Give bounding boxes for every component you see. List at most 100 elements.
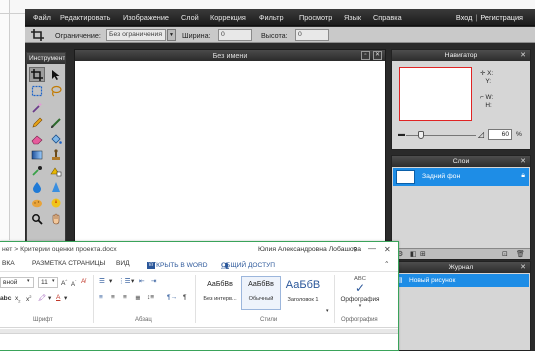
- navigator-preview[interactable]: [399, 67, 472, 121]
- fill-tool-icon[interactable]: [48, 131, 64, 146]
- menu-adjustment[interactable]: Коррекция: [210, 13, 246, 22]
- tab-insert[interactable]: ВКА: [2, 260, 15, 267]
- zoom-tool-icon[interactable]: [29, 211, 45, 226]
- close-icon[interactable]: ✕: [520, 50, 526, 61]
- chevron-down-icon[interactable]: ▾: [326, 308, 329, 314]
- user-name[interactable]: Юлия Александровна Лобашова: [258, 246, 361, 253]
- zoom-out-icon[interactable]: ▬: [398, 131, 405, 138]
- menu-view[interactable]: Просмотр: [299, 13, 332, 22]
- rtl-icon[interactable]: ¶: [183, 294, 187, 301]
- font-size-field[interactable]: 11: [38, 277, 58, 288]
- ltr-icon[interactable]: ¶→: [167, 294, 177, 301]
- zoom-track[interactable]: [406, 135, 476, 136]
- align-right-icon[interactable]: ≡: [123, 294, 127, 301]
- chevron-down-icon[interactable]: ▾: [109, 277, 112, 285]
- register-link[interactable]: Регистрация: [480, 13, 523, 22]
- constraint-select[interactable]: Без ограничения: [106, 29, 166, 41]
- sponge-tool-icon[interactable]: [29, 195, 45, 210]
- layer-mask-icon[interactable]: ◧: [410, 250, 417, 258]
- minimize-icon[interactable]: —: [368, 244, 376, 253]
- text-tool-icon[interactable]: [48, 163, 64, 178]
- drop-tool-icon[interactable]: [29, 179, 45, 194]
- history-item[interactable]: ▤ Новый рисунок: [393, 274, 529, 287]
- menu-edit[interactable]: Редактировать: [60, 13, 110, 22]
- ribbon-tabs: ВКА РАЗМЕТКА СТРАНИЦЫ ВИД W ОТКРЫТЬ В WOR…: [2, 260, 390, 270]
- close-icon[interactable]: ✕: [520, 262, 526, 273]
- collapse-ribbon-icon[interactable]: ⌃: [384, 260, 390, 268]
- justify-icon[interactable]: ≣: [135, 294, 141, 302]
- zoom-thumb[interactable]: [418, 131, 424, 139]
- layers-footer: ⚙︎ ◧ ⊞ ⊡ 🗑︎: [392, 248, 530, 259]
- picker-tool-icon[interactable]: [29, 163, 45, 178]
- new-layer-icon[interactable]: ⊡: [502, 250, 508, 258]
- zoom-in-icon[interactable]: ◿: [478, 130, 484, 139]
- zoom-slider[interactable]: ▬ ◿: [398, 130, 484, 140]
- tab-page-layout[interactable]: РАЗМЕТКА СТРАНИЦЫ: [32, 260, 105, 267]
- style-normal[interactable]: АаБбВв Обычный: [241, 276, 281, 310]
- stamp-tool-icon[interactable]: [48, 147, 64, 162]
- chevron-down-icon[interactable]: ▼: [167, 29, 176, 41]
- font-color-icon[interactable]: A: [56, 294, 60, 301]
- strikethrough-icon[interactable]: abc: [0, 295, 11, 302]
- height-field[interactable]: 0: [295, 29, 329, 41]
- help-button[interactable]: ?: [353, 245, 357, 254]
- hand-tool-icon[interactable]: [48, 211, 64, 226]
- align-center-icon[interactable]: ≡: [111, 294, 115, 301]
- style-no-spacing[interactable]: АаБбВв Без интерв...: [200, 276, 240, 310]
- document-page[interactable]: [0, 333, 398, 350]
- menu-file[interactable]: Файл: [33, 13, 51, 22]
- menu-help[interactable]: Справка: [373, 13, 402, 22]
- chevron-down-icon[interactable]: ▾: [64, 294, 67, 302]
- sharpen-tool-icon[interactable]: [48, 179, 64, 194]
- burn-tool-icon[interactable]: [48, 195, 64, 210]
- account-links: Вход | Регистрация: [455, 13, 523, 22]
- chevron-down-icon[interactable]: ▾: [52, 278, 55, 284]
- close-icon[interactable]: ✕: [373, 51, 382, 60]
- shrink-font-icon[interactable]: Aˇ: [71, 279, 76, 288]
- align-left-icon[interactable]: ≡: [99, 294, 103, 301]
- gradient-tool-icon[interactable]: [29, 147, 45, 162]
- delete-layer-icon[interactable]: 🗑︎: [516, 250, 525, 258]
- login-link[interactable]: Вход: [456, 13, 473, 22]
- move-tool-icon[interactable]: [48, 67, 64, 82]
- w-label: W:: [485, 94, 494, 101]
- spelling-button[interactable]: ABC ✓ Орфография ▾: [340, 276, 380, 316]
- subscript-icon[interactable]: x2: [15, 295, 21, 303]
- zoom-input[interactable]: 60: [488, 129, 512, 140]
- clear-format-icon[interactable]: A̸: [81, 278, 85, 285]
- brush-tool-icon[interactable]: [48, 115, 64, 130]
- lasso-tool-icon[interactable]: [48, 83, 64, 98]
- crop-tool-icon[interactable]: [29, 67, 45, 82]
- decrease-indent-icon[interactable]: ⇤: [139, 277, 145, 285]
- layer-item[interactable]: Задний фон 🔒︎: [393, 168, 529, 186]
- tab-view[interactable]: ВИД: [116, 260, 130, 267]
- lock-icon[interactable]: 🔒︎: [521, 172, 525, 180]
- pencil-tool-icon[interactable]: [29, 115, 45, 130]
- close-icon[interactable]: ✕: [384, 245, 391, 254]
- width-field[interactable]: 0: [218, 29, 252, 41]
- increase-indent-icon[interactable]: ⇥: [151, 277, 157, 285]
- eraser-tool-icon[interactable]: [29, 131, 45, 146]
- chevron-down-icon[interactable]: ▾: [131, 277, 134, 285]
- close-icon[interactable]: ✕: [520, 156, 526, 167]
- chevron-down-icon[interactable]: ▾: [48, 294, 51, 302]
- numbering-icon[interactable]: ⋮☰: [118, 277, 131, 285]
- menu-filter[interactable]: Фильтр: [259, 13, 284, 22]
- menu-image[interactable]: Изображение: [123, 13, 169, 22]
- ribbon-separator: [195, 275, 196, 323]
- maximize-icon[interactable]: ▫: [361, 51, 370, 60]
- marquee-tool-icon[interactable]: [29, 83, 45, 98]
- grow-font-icon[interactable]: A^: [61, 278, 67, 287]
- wand-tool-icon[interactable]: [29, 99, 45, 114]
- menu-layer[interactable]: Слой: [181, 13, 199, 22]
- spelling-group-label: Орфография: [341, 317, 378, 323]
- superscript-icon[interactable]: x2: [26, 294, 32, 303]
- bullets-icon[interactable]: ☰: [99, 277, 105, 285]
- layer-style-icon[interactable]: ⊞: [420, 250, 426, 258]
- canvas-title-bar: Без имени ▫ ✕: [75, 50, 385, 61]
- line-spacing-icon[interactable]: ↕≡: [147, 294, 154, 301]
- menu-language[interactable]: Язык: [344, 13, 361, 22]
- chevron-down-icon[interactable]: ▾: [27, 278, 30, 284]
- style-heading-1[interactable]: АаБбВ Заголовок 1: [283, 276, 323, 310]
- highlight-icon[interactable]: 🖍︎: [38, 294, 46, 302]
